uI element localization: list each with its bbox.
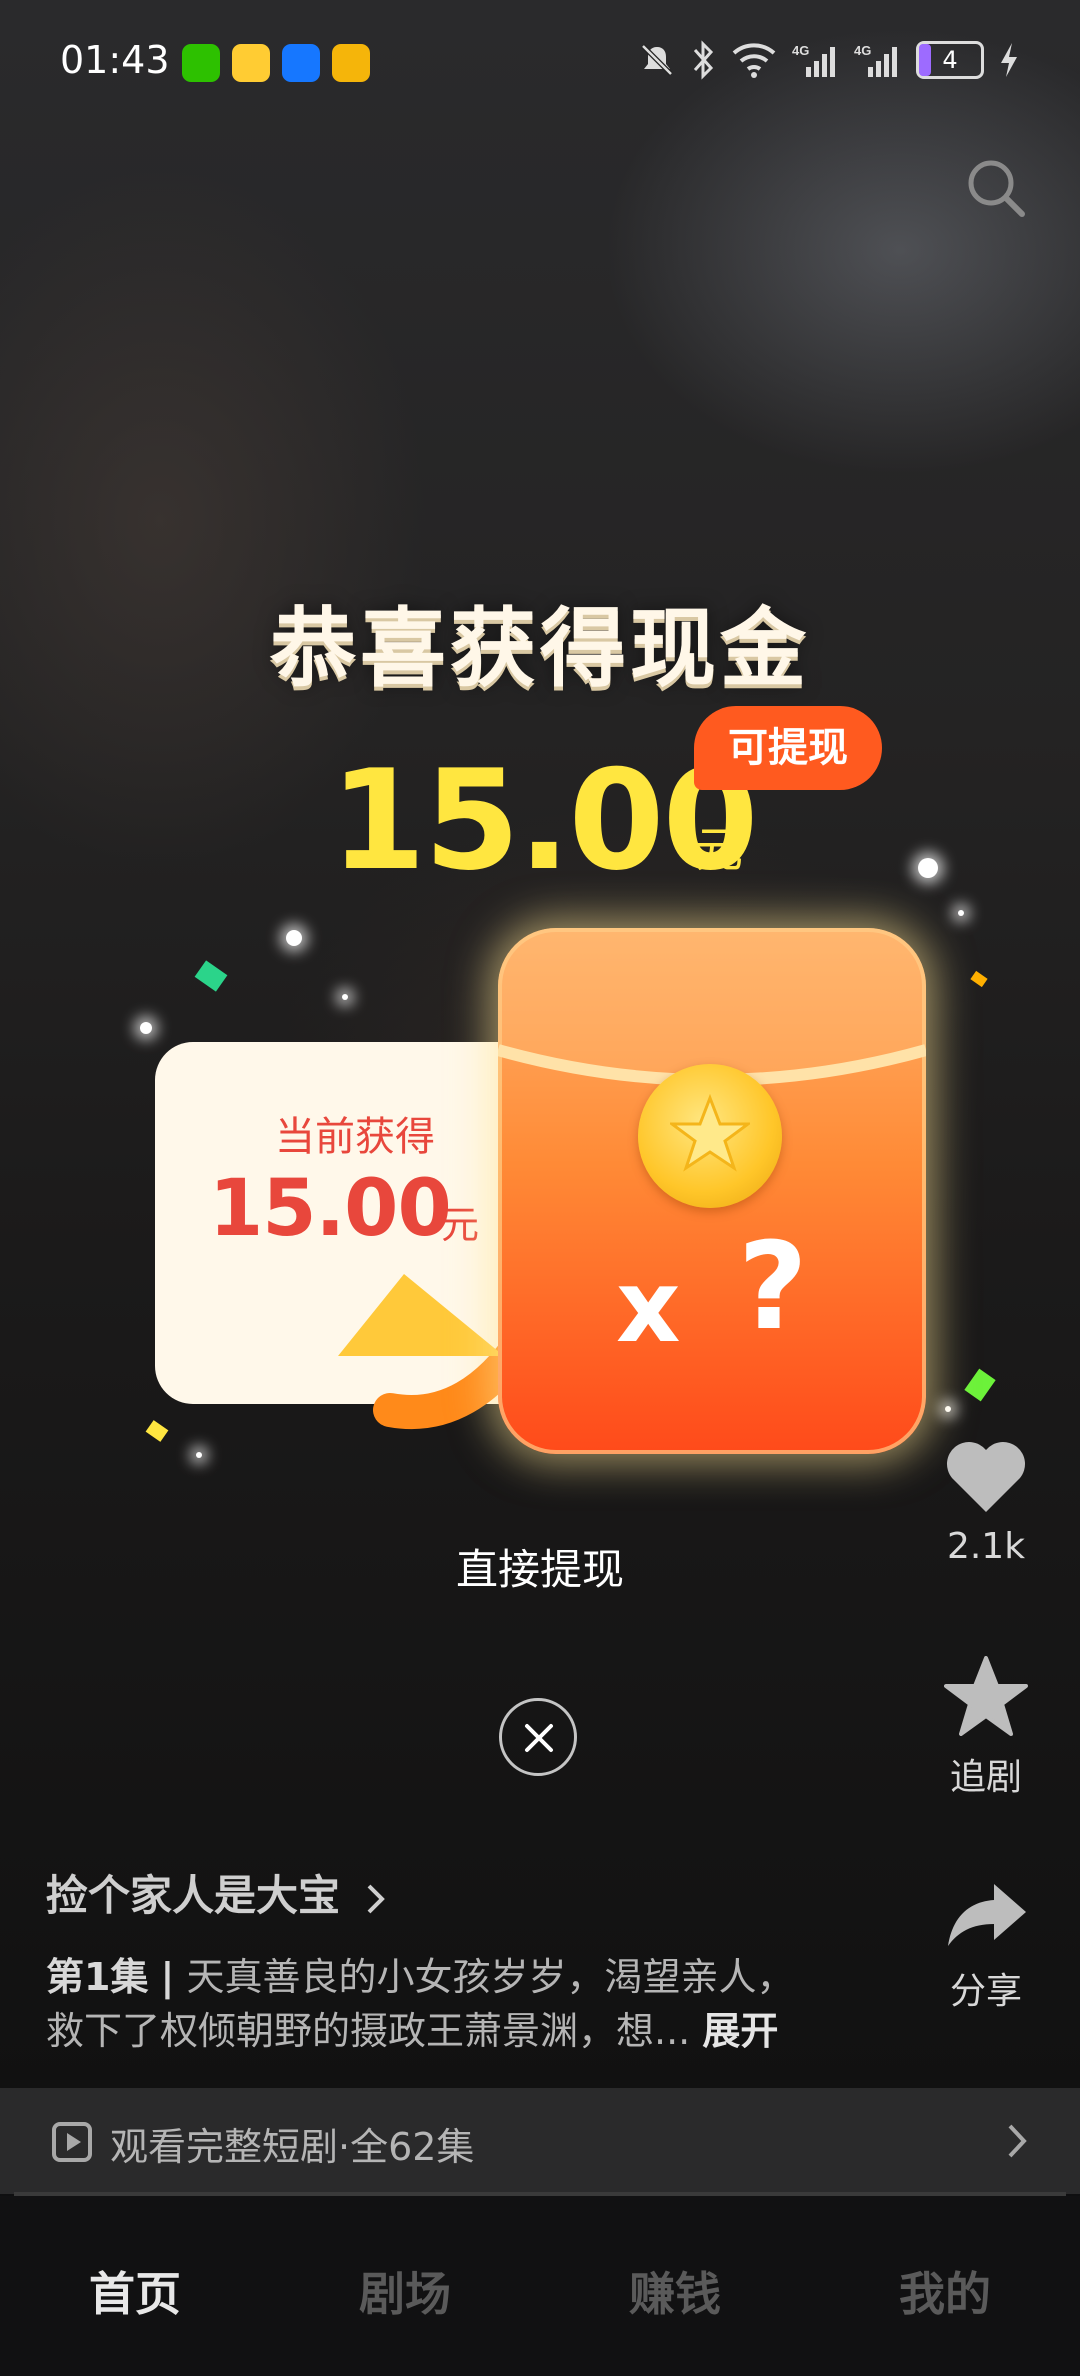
- episode-label: 第1集: [46, 1955, 149, 1999]
- tab-home[interactable]: 首页: [0, 2258, 270, 2324]
- follow-drama-label: 追剧: [949, 1757, 1022, 1798]
- chevron-right-icon: [367, 1884, 385, 1913]
- signal-4g-icon: 4G: [792, 43, 835, 77]
- status-right: 4G 4G 4: [638, 40, 1020, 80]
- reward-unit: 元: [695, 822, 744, 878]
- share-button[interactable]: 分享: [920, 1880, 1052, 2014]
- mute-icon: [641, 44, 673, 76]
- wifi-icon: [732, 43, 776, 78]
- tab-theater[interactable]: 剧场: [270, 2258, 540, 2324]
- search-icon: [968, 160, 1025, 217]
- wechat-icon: [182, 44, 220, 82]
- sparkle-decoration: [918, 858, 938, 878]
- sparkle-decoration: [945, 1406, 951, 1412]
- withdraw-button[interactable]: 直接提现: [0, 1536, 1080, 1597]
- play-icon: [52, 2122, 92, 2162]
- weibo-icon: [232, 44, 270, 82]
- sparkle-decoration: [958, 910, 964, 916]
- notification-icons: [182, 44, 370, 82]
- heart-icon: [946, 1441, 1026, 1512]
- status-time: 01:43: [60, 38, 170, 82]
- sparkle-decoration: [196, 1452, 202, 1458]
- close-button[interactable]: [499, 1698, 577, 1776]
- like-button[interactable]: 2.1k: [920, 1438, 1052, 1567]
- mystery-red-envelope[interactable]: x ?: [498, 928, 926, 1454]
- watch-full-series-label: 观看完整短剧·全62集: [110, 2125, 475, 2169]
- share-icon: [948, 1884, 1026, 1946]
- expand-button[interactable]: 展开: [702, 2009, 778, 2053]
- sparkle-decoration: [286, 930, 302, 946]
- reward-amount: 15.00: [330, 740, 759, 901]
- signal-4g-icon: 4G: [854, 43, 897, 77]
- coin-icon: [638, 1064, 782, 1208]
- current-earnings-label: 当前获得: [275, 1114, 435, 1160]
- search-button[interactable]: [964, 156, 1028, 224]
- drama-title-link[interactable]: 捡个家人是大宝: [46, 1862, 387, 1923]
- star-icon: [944, 1656, 1028, 1736]
- drama-title: 捡个家人是大宝: [46, 1871, 341, 1920]
- like-count: 2.1k: [946, 1526, 1026, 1567]
- charging-icon: [1001, 43, 1017, 77]
- tab-earn[interactable]: 赚钱: [540, 2258, 810, 2324]
- envelope-multiplier: x: [616, 1248, 681, 1365]
- drama-description: 第1集 | 天真善良的小女孩岁岁，渴望亲人，救下了权倾朝野的摄政王萧景渊，想..…: [46, 1950, 826, 2058]
- episode-separator: |: [160, 1955, 175, 1999]
- bottom-tab-bar: 首页 剧场 赚钱 我的: [0, 2196, 1080, 2376]
- alipay-icon: [282, 44, 320, 82]
- share-label: 分享: [949, 1971, 1022, 2012]
- svg-text:4G: 4G: [792, 43, 809, 58]
- chevron-right-icon: [1008, 2124, 1027, 2158]
- close-icon: [525, 1724, 553, 1752]
- current-earnings-unit: 元: [441, 1203, 480, 1247]
- reward-title: 恭喜获得现金: [270, 599, 810, 699]
- envelope-mystery-mark: ?: [738, 1218, 808, 1357]
- sparkle-decoration: [140, 1022, 152, 1034]
- description-text: 天真善良的小女孩岁岁，渴望亲人，救下了权倾朝野的摄政王萧景渊，想...: [46, 1955, 795, 2053]
- watch-full-series-bar[interactable]: 观看完整短剧·全62集: [0, 2088, 1080, 2194]
- current-earnings-amount: 15.00: [209, 1164, 452, 1254]
- bluetooth-icon: [693, 40, 714, 80]
- battery-icon: 4: [916, 41, 984, 79]
- mail-icon: [332, 44, 370, 82]
- status-bar: 01:43 4G 4G 4: [0, 0, 1080, 130]
- withdrawable-badge: 可提现: [694, 706, 882, 790]
- sparkle-decoration: [342, 994, 348, 1000]
- follow-drama-button[interactable]: 追剧: [920, 1656, 1052, 1800]
- svg-text:4G: 4G: [854, 43, 871, 58]
- tab-profile[interactable]: 我的: [810, 2258, 1080, 2324]
